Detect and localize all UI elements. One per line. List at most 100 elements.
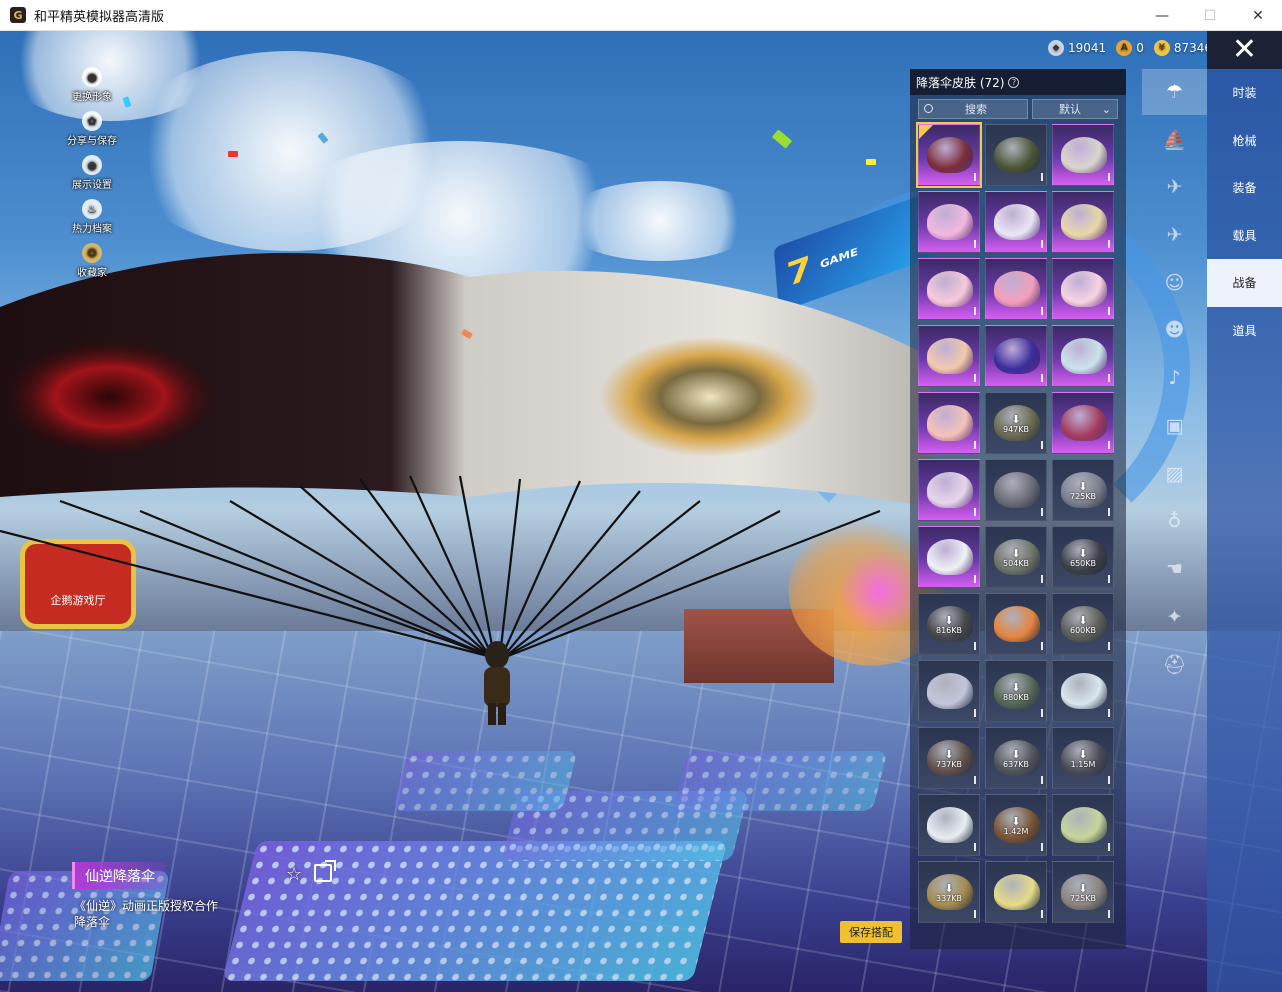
helmet-icon[interactable]: ⛑: [1142, 641, 1207, 687]
tile-indicator: [1041, 508, 1043, 516]
tile-indicator: [1108, 776, 1110, 784]
person-icon: ●: [82, 67, 102, 87]
skin-tile[interactable]: [985, 258, 1047, 320]
share-save-button[interactable]: ✿ 分享与保存: [60, 111, 124, 147]
plane-icon[interactable]: ✈: [1142, 212, 1207, 258]
picture-icon[interactable]: ▨: [1142, 451, 1207, 497]
skin-tile[interactable]: [1052, 794, 1114, 856]
parachute-icon[interactable]: ☂: [1142, 69, 1207, 115]
parachute-preview-icon: [994, 137, 1040, 173]
skin-tile[interactable]: ⬇ 816KB: [918, 593, 980, 655]
skin-tile[interactable]: [916, 122, 982, 188]
tile-indicator: [1041, 575, 1043, 583]
download-size: 504KB: [1002, 559, 1029, 568]
sparkle-icon[interactable]: ✦: [1142, 594, 1207, 640]
favorite-star-icon[interactable]: ☆: [286, 864, 302, 885]
drone-icon[interactable]: ✈: [1142, 164, 1207, 210]
skin-tile[interactable]: [985, 124, 1047, 186]
share-export-icon[interactable]: [314, 860, 336, 882]
skin-tile[interactable]: ⬇ 737KB: [918, 727, 980, 789]
skin-tile[interactable]: ⬇ 725KB: [1052, 861, 1114, 923]
skin-tile[interactable]: [985, 191, 1047, 253]
tile-indicator: [974, 910, 976, 918]
skin-tile[interactable]: [918, 325, 980, 387]
tile-indicator: [974, 843, 976, 851]
skin-tile[interactable]: [985, 459, 1047, 521]
category-tab[interactable]: 战备: [1207, 259, 1282, 307]
category-tab[interactable]: 时装: [1207, 69, 1282, 117]
skin-tile[interactable]: [918, 191, 980, 253]
category-tab[interactable]: 道具: [1207, 307, 1282, 355]
display-settings-button[interactable]: ◉ 展示设置: [60, 155, 124, 191]
skin-tile[interactable]: [918, 258, 980, 320]
search-input[interactable]: 搜索: [918, 99, 1028, 119]
skin-tile[interactable]: ⬇ 650KB: [1052, 526, 1114, 588]
boat-icon[interactable]: ⛵: [1142, 117, 1207, 163]
panel-title: 降落伞皮肤 (72): [916, 75, 1005, 90]
subcategory-icon-column: ☂ ⛵ ✈ ✈ ☺ ☻ ♪ ▣ ▨ ♁ ☚ ✦ ⛑: [1142, 69, 1207, 992]
skin-tile[interactable]: ⬇ 725KB: [1052, 459, 1114, 521]
grenade-icon[interactable]: ♁: [1142, 498, 1207, 544]
hand-icon[interactable]: ☚: [1142, 546, 1207, 592]
tile-indicator: [1041, 910, 1043, 918]
minimize-button[interactable]: —: [1138, 0, 1186, 31]
download-overlay: ⬇ 637KB: [986, 749, 1046, 770]
save-outfit-button[interactable]: 保存搭配: [840, 921, 902, 943]
left-menu-label: 收藏家: [77, 268, 107, 279]
download-icon: ⬇: [1078, 480, 1088, 493]
skin-tile[interactable]: ⬇ 1.15M: [1052, 727, 1114, 789]
skin-tile[interactable]: [918, 794, 980, 856]
category-tab[interactable]: 装备: [1207, 164, 1282, 212]
currency-token: A 0: [1116, 40, 1144, 56]
close-icon[interactable]: ✕: [1207, 31, 1282, 69]
speaker-icon[interactable]: ♪: [1142, 355, 1207, 401]
skin-tile[interactable]: ⬇ 337KB: [918, 861, 980, 923]
sort-dropdown[interactable]: 默认 ⌄: [1032, 99, 1118, 119]
badge-icon[interactable]: ▣: [1142, 403, 1207, 449]
tile-indicator: [1041, 374, 1043, 382]
help-icon[interactable]: ?: [1008, 76, 1020, 88]
flame-icon: ♨: [82, 199, 102, 219]
skin-tile[interactable]: ⬇ 880KB: [985, 660, 1047, 722]
skin-tile[interactable]: ⬇ 637KB: [985, 727, 1047, 789]
panel-header: 降落伞皮肤 (72) ?: [910, 69, 1126, 95]
skin-tile[interactable]: [985, 861, 1047, 923]
change-appearance-button[interactable]: ● 更换形象: [60, 67, 124, 103]
skin-tile[interactable]: [985, 593, 1047, 655]
skin-tile[interactable]: [985, 325, 1047, 387]
skin-tile[interactable]: ⬇ 504KB: [985, 526, 1047, 588]
skin-tile[interactable]: ⬇ 1.42M: [985, 794, 1047, 856]
download-size: 816KB: [935, 626, 962, 635]
skin-tile[interactable]: [1052, 258, 1114, 320]
category-tab[interactable]: 载具: [1207, 212, 1282, 260]
tile-indicator: [1041, 307, 1043, 315]
heat-archive-button[interactable]: ♨ 热力档案: [60, 199, 124, 235]
parachute-preview-icon: [1061, 204, 1107, 240]
download-size: 1.42M: [1003, 827, 1029, 836]
currency-value: 0: [1136, 41, 1144, 55]
skin-tile[interactable]: [918, 392, 980, 454]
parachute-preview-icon: [994, 606, 1040, 642]
download-overlay: ⬇ 947KB: [986, 414, 1046, 435]
skin-tile[interactable]: [918, 526, 980, 588]
emote-icon[interactable]: ☺: [1142, 260, 1207, 306]
robot-icon[interactable]: ☻: [1142, 307, 1207, 353]
skin-tile[interactable]: ⬇ 947KB: [985, 392, 1047, 454]
parachute-preview-icon: [927, 673, 973, 709]
window-close-button[interactable]: ✕: [1234, 0, 1282, 31]
skin-tile[interactable]: [1052, 325, 1114, 387]
maximize-button[interactable]: ☐: [1186, 0, 1234, 31]
skin-tile[interactable]: [1052, 392, 1114, 454]
skin-tile[interactable]: [1052, 124, 1114, 186]
skin-tile[interactable]: [1052, 660, 1114, 722]
skin-tile[interactable]: [1052, 191, 1114, 253]
parachute-preview-icon: [1061, 137, 1107, 173]
skin-tile[interactable]: [918, 660, 980, 722]
skin-tile[interactable]: ⬇ 600KB: [1052, 593, 1114, 655]
eye-icon: ◉: [82, 155, 102, 175]
tile-indicator: [974, 374, 976, 382]
parachute-preview-icon: [994, 271, 1040, 307]
skin-tile[interactable]: [918, 459, 980, 521]
category-tab[interactable]: 枪械: [1207, 117, 1282, 165]
collector-button[interactable]: ✪ 收藏家: [60, 243, 124, 279]
